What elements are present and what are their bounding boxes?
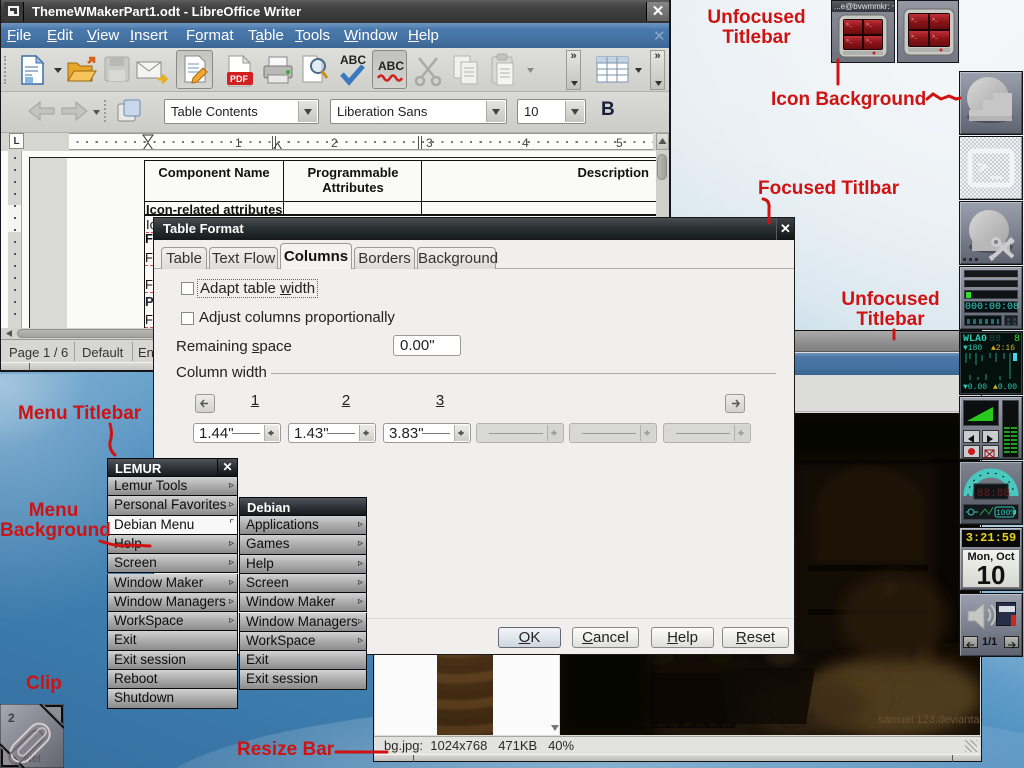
svg-text:88:88: 88:88 [977,488,1010,500]
svg-text:>_: >_ [866,38,873,44]
svg-text:>_: >_ [932,17,939,23]
svg-text:>_: >_ [846,22,853,28]
svg-text:>_: >_ [911,17,918,23]
svg-text:>_: >_ [846,38,853,44]
svg-text:2: 2 [8,711,15,725]
svg-text:>_: >_ [932,34,939,40]
svg-text:samuel 123.deviantart.com: samuel 123.deviantart.com [878,714,980,726]
svg-text:100%: 100% [996,509,1015,518]
svg-text:>_: >_ [911,34,918,40]
svg-text:>_: >_ [866,22,873,28]
